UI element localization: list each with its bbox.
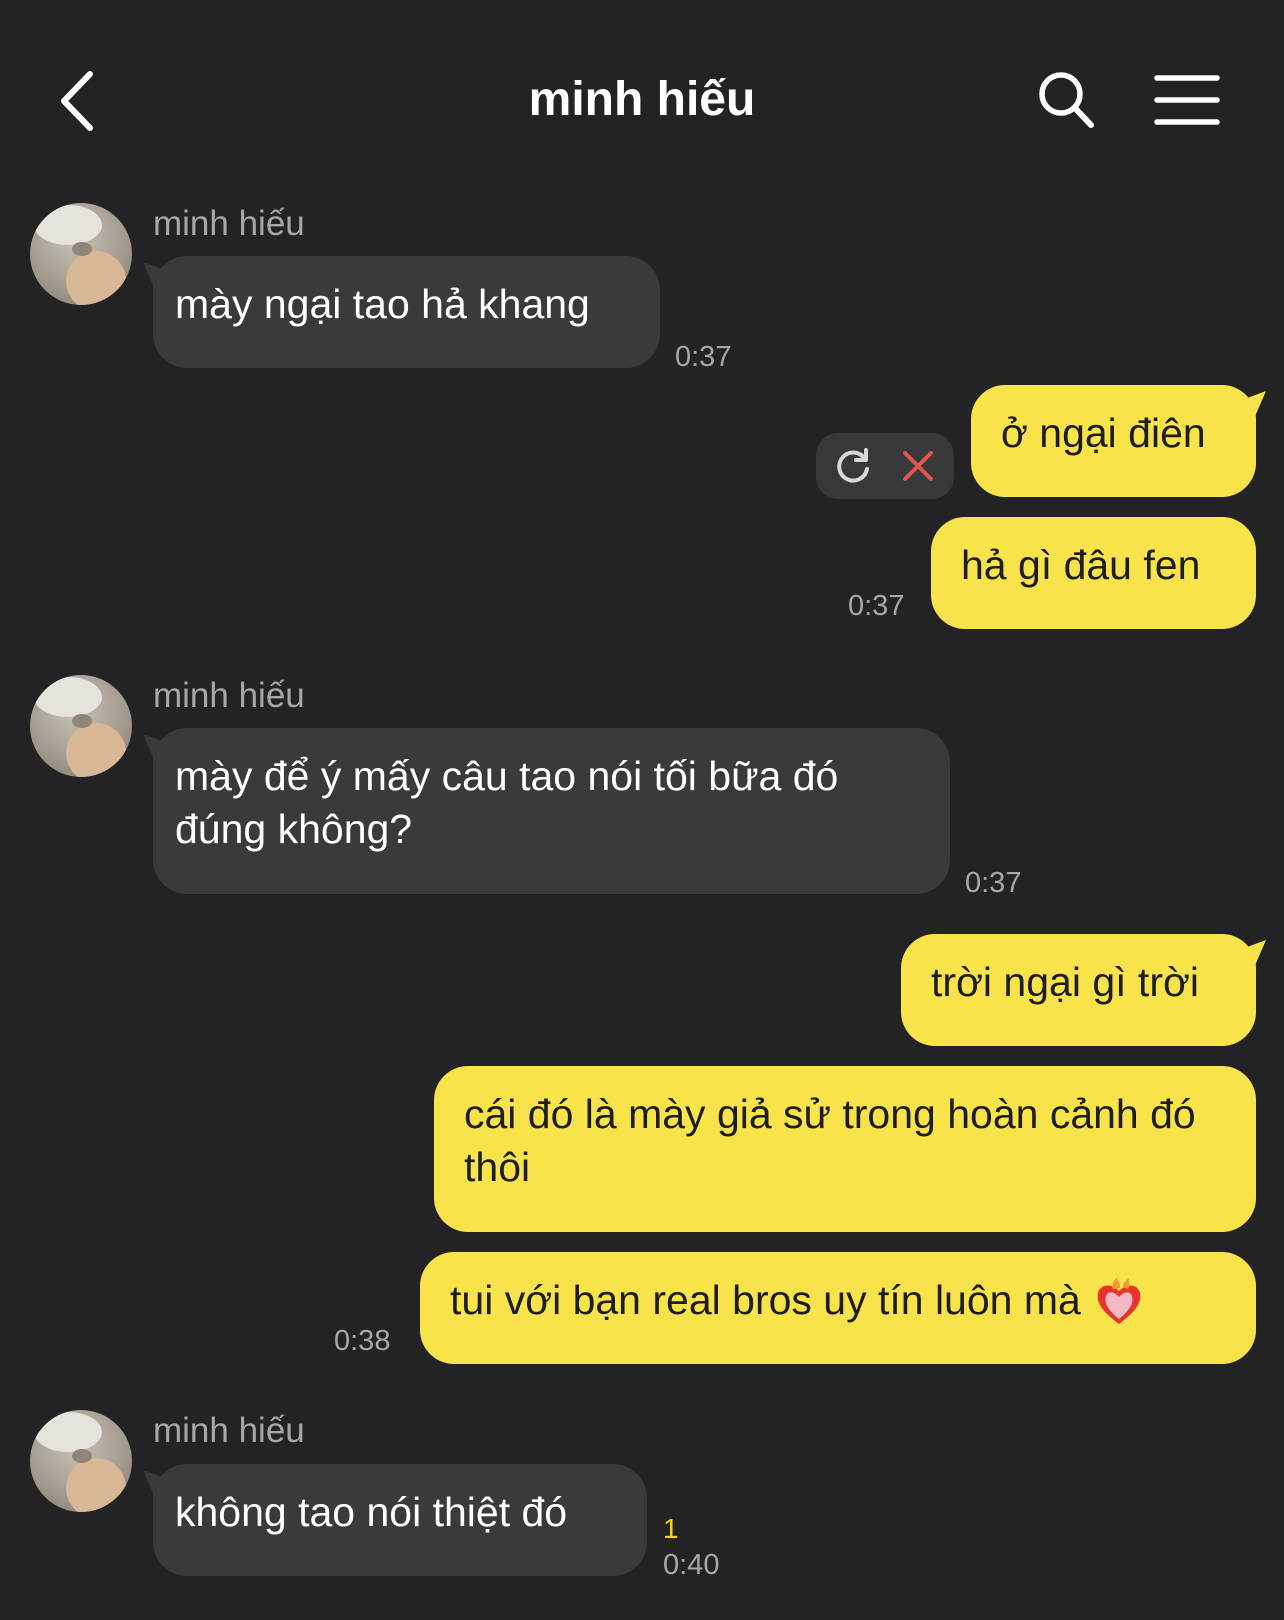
unread-count: 1 bbox=[663, 1513, 679, 1544]
message-timestamp: 0:37 bbox=[965, 867, 1022, 899]
outgoing-message-bubble[interactable]: tui với bạn real bros uy tín luôn mà bbox=[420, 1252, 1256, 1364]
close-icon bbox=[903, 451, 933, 481]
heart-on-fire-emoji bbox=[1097, 1277, 1141, 1325]
avatar[interactable] bbox=[30, 203, 132, 305]
outgoing-message-bubble[interactable]: cái đó là mày giả sử trong hoàn cảnh đó … bbox=[434, 1066, 1256, 1232]
search-icon bbox=[1039, 72, 1094, 128]
retry-button[interactable] bbox=[832, 445, 874, 487]
outgoing-message-bubble[interactable]: trời ngại gì trời bbox=[901, 934, 1256, 1046]
incoming-message-bubble[interactable]: mày ngại tao hả khang bbox=[153, 256, 660, 368]
incoming-message-bubble[interactable]: không tao nói thiệt đó bbox=[153, 1464, 647, 1576]
avatar[interactable] bbox=[30, 675, 132, 777]
profile-photo bbox=[34, 677, 126, 777]
profile-photo bbox=[34, 205, 126, 305]
message-text: tui với bạn real bros uy tín luôn mà bbox=[450, 1277, 1081, 1323]
sender-name: minh hiếu bbox=[153, 1411, 305, 1450]
avatar[interactable] bbox=[30, 1410, 132, 1512]
menu-button[interactable] bbox=[1154, 72, 1220, 128]
message-text: ở ngại điên bbox=[1001, 410, 1206, 456]
message-timestamp: 0:37 bbox=[675, 341, 732, 373]
sender-name: minh hiếu bbox=[153, 676, 305, 715]
profile-photo bbox=[34, 1412, 126, 1512]
message-timestamp: 0:38 bbox=[334, 1325, 391, 1357]
outgoing-message-bubble[interactable]: ở ngại điên bbox=[971, 385, 1256, 497]
cancel-send-button[interactable] bbox=[898, 446, 938, 486]
failed-message-actions bbox=[816, 433, 954, 499]
message-timestamp: 0:40 bbox=[663, 1549, 720, 1581]
sender-name: minh hiếu bbox=[153, 204, 305, 243]
message-text: không tao nói thiệt đó bbox=[175, 1489, 568, 1535]
search-button[interactable] bbox=[1036, 70, 1096, 130]
incoming-message-bubble[interactable]: mày để ý mấy câu tao nói tối bữa đó đúng… bbox=[153, 728, 950, 894]
message-text: mày ngại tao hả khang bbox=[175, 281, 590, 327]
hamburger-menu-icon bbox=[1154, 75, 1220, 125]
message-text: cái đó là mày giả sử trong hoàn cảnh đó … bbox=[464, 1091, 1196, 1190]
message-timestamp: 0:37 bbox=[848, 590, 905, 622]
chat-header: minh hiếu bbox=[0, 0, 1284, 170]
message-text: hả gì đâu fen bbox=[961, 542, 1201, 588]
outgoing-message-bubble[interactable]: hả gì đâu fen bbox=[931, 517, 1256, 629]
message-text: trời ngại gì trời bbox=[931, 959, 1199, 1005]
message-text: mày để ý mấy câu tao nói tối bữa đó đúng… bbox=[175, 753, 839, 852]
retry-icon bbox=[837, 448, 869, 483]
